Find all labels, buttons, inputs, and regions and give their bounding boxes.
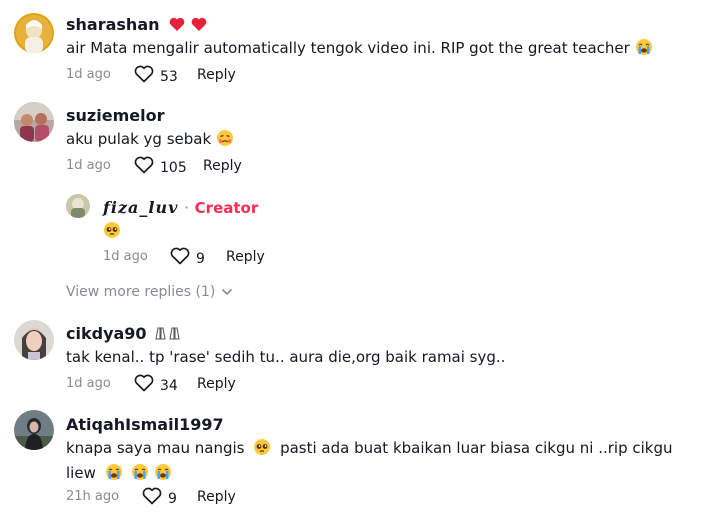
folded-hands-emoji	[152, 325, 182, 346]
reply-button[interactable]: Reply	[203, 156, 242, 176]
timestamp: 1d ago	[66, 158, 111, 173]
like-count: 34	[160, 378, 178, 394]
comment-text-part-1: knapa saya mau nangis	[66, 439, 245, 457]
crying-face-emoji	[216, 129, 234, 153]
like-button[interactable]: 9	[142, 487, 177, 511]
like-button[interactable]: 34	[134, 374, 178, 398]
timestamp: 1d ago	[66, 376, 111, 391]
like-count: 53	[160, 69, 178, 85]
reply-avatar[interactable]	[66, 194, 90, 218]
crying-emoji	[131, 463, 149, 487]
pleading-emoji	[253, 438, 271, 462]
reply-button[interactable]: Reply	[197, 487, 236, 507]
reply-button[interactable]: Reply	[197, 65, 236, 85]
reply-username-text: 𝒇𝒊𝒛𝒂_𝒍𝒖𝒗	[103, 198, 179, 217]
heart-outline-icon	[134, 374, 154, 398]
creator-badge: Creator	[194, 199, 259, 217]
username-text: cikdya90	[66, 324, 147, 343]
crying-emoji	[635, 38, 653, 62]
reply-username[interactable]: 𝒇𝒊𝒛𝒂_𝒍𝒖𝒗 · Creator	[103, 198, 258, 218]
comment-text: knapa saya mau nangis pasti ada buat kba…	[66, 437, 706, 487]
pleading-emoji	[103, 221, 121, 245]
reply-text	[103, 220, 720, 245]
comment-text-content: aku pulak yg sebak	[66, 130, 212, 148]
username[interactable]: AtiqahIsmail1997	[66, 415, 224, 435]
timestamp: 1d ago	[66, 67, 111, 82]
like-count: 105	[160, 160, 187, 176]
username[interactable]: cikdya90	[66, 324, 182, 346]
reply-button[interactable]: Reply	[197, 374, 236, 394]
heart-outline-icon	[170, 247, 190, 271]
like-button[interactable]: 105	[134, 156, 187, 180]
separator-dot: ·	[184, 198, 190, 217]
username-text: sharashan	[66, 15, 160, 34]
timestamp: 1d ago	[103, 249, 148, 264]
reply-button[interactable]: Reply	[226, 247, 265, 267]
heart-outline-icon	[134, 65, 154, 89]
comment-text: air Mata mengalir automatically tengok v…	[66, 37, 706, 62]
avatar[interactable]	[14, 320, 54, 360]
comment-text: tak kenal.. tp 'rase' sedih tu.. aura di…	[66, 348, 506, 366]
crying-emoji	[154, 463, 172, 487]
heart-outline-icon	[134, 156, 154, 180]
like-button[interactable]: 9	[170, 247, 205, 271]
chevron-down-icon	[221, 284, 233, 300]
comment-text: aku pulak yg sebak	[66, 128, 706, 153]
timestamp: 21h ago	[66, 489, 120, 504]
comment-text-content: air Mata mengalir automatically tengok v…	[66, 39, 630, 57]
like-count: 9	[196, 251, 205, 267]
heart-outline-icon	[142, 487, 162, 511]
crying-emoji	[105, 463, 123, 487]
avatar[interactable]	[14, 410, 54, 450]
like-count: 9	[168, 491, 177, 507]
avatar[interactable]	[14, 13, 54, 53]
view-more-label: View more replies (1)	[66, 284, 216, 300]
username[interactable]: suziemelor	[66, 106, 164, 126]
view-more-replies-button[interactable]: View more replies (1)	[66, 284, 233, 300]
like-button[interactable]: 53	[134, 65, 178, 89]
red-heart-emoji	[169, 16, 209, 37]
avatar[interactable]	[14, 102, 54, 142]
username[interactable]: sharashan	[66, 15, 209, 37]
